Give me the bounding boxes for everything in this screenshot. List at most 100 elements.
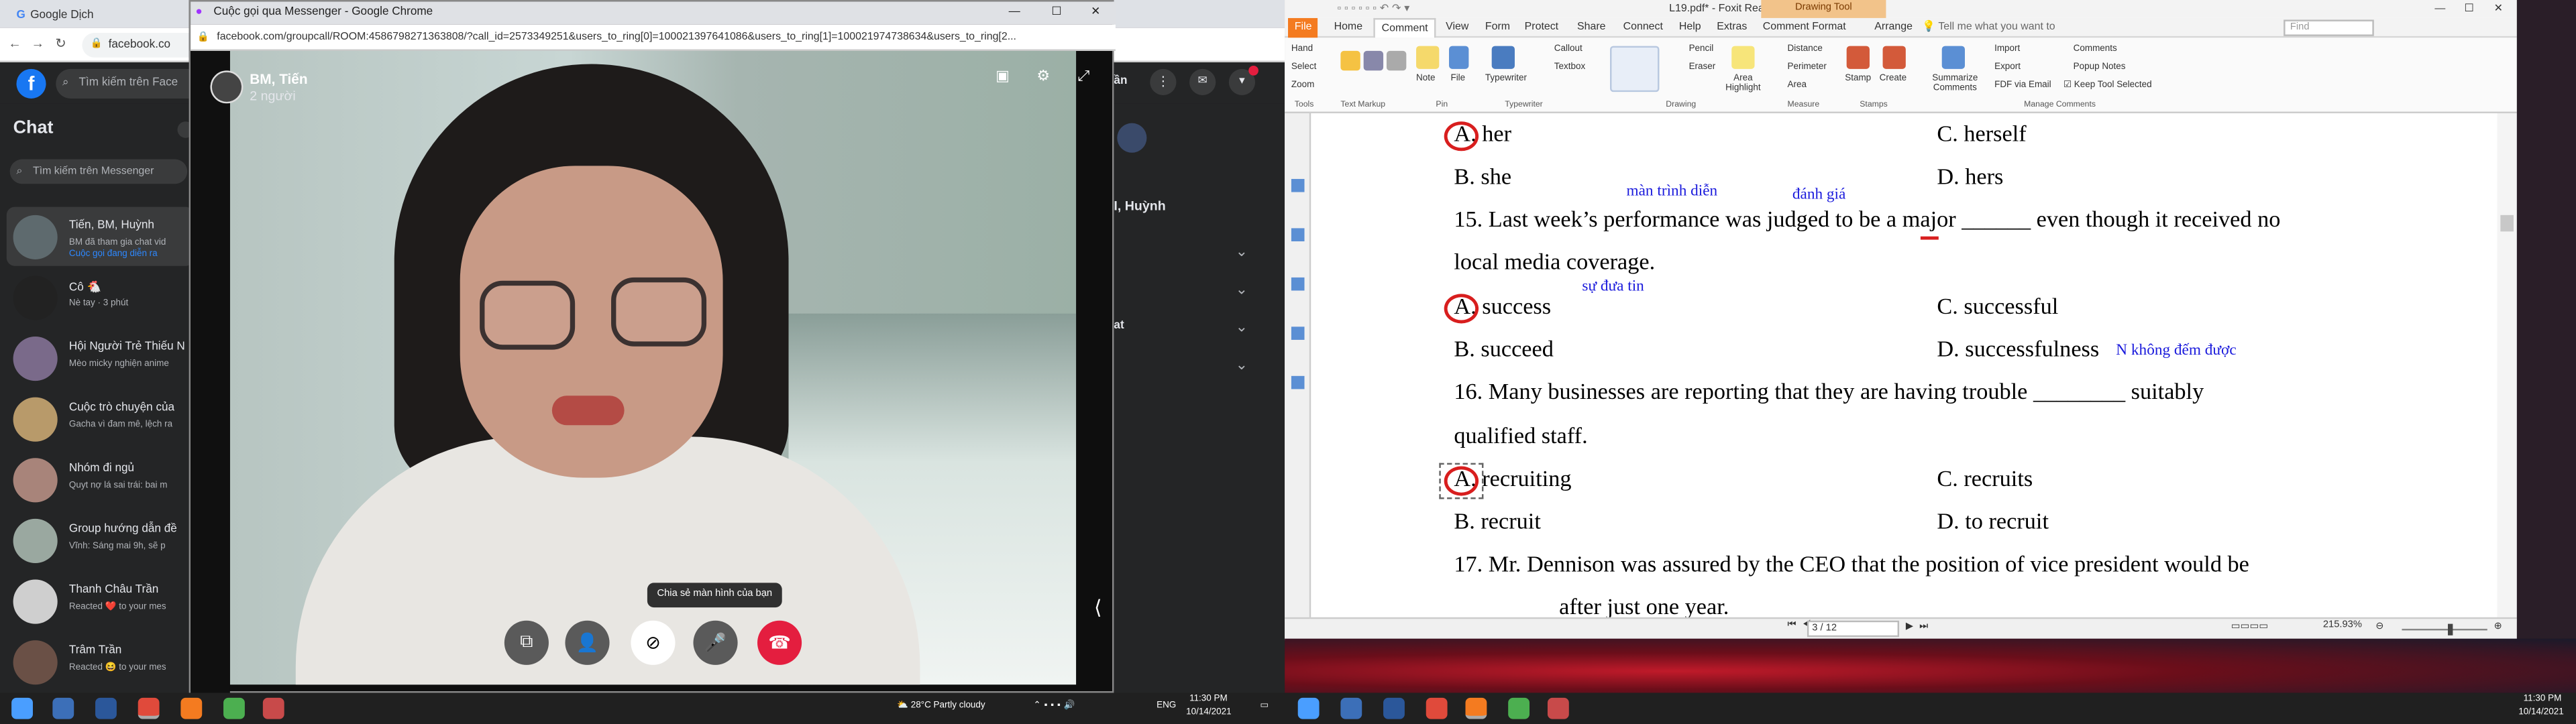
page-nav-next-last-icons[interactable]: ▶ ⏭ [1906,621,1930,634]
area-highlight-button[interactable]: Area Highlight [1723,74,1763,93]
create-button[interactable]: Create [1880,74,1907,84]
pages-icon[interactable] [1291,228,1305,242]
app-icon[interactable] [1340,697,1362,719]
zoom-in-icon[interactable]: ⊕ [2494,621,2502,632]
mute-button[interactable]: 🎤 [693,620,738,665]
callout-button[interactable]: Callout [1554,44,1582,54]
hand-tool[interactable]: Hand [1291,44,1313,54]
facebook-search[interactable]: ⌕ Tìm kiếm trên Face [56,68,204,99]
fullscreen-icon[interactable]: ⤢ [1078,67,1090,85]
file-button[interactable]: File [1450,74,1465,84]
strikeout-icon[interactable] [1386,50,1407,71]
clock-date[interactable]: 10/14/2021 [2518,708,2563,718]
tab-protect[interactable]: Protect [1518,18,1565,38]
tab-view[interactable]: View [1439,18,1475,38]
select-tool[interactable]: Select [1291,62,1316,72]
quick-access-toolbar[interactable]: ▫▫▫▫▫▫↶↷▾ [1337,0,1413,18]
back-icon[interactable]: ← [7,36,23,52]
area-button[interactable]: Area [1788,80,1807,90]
close-icon[interactable]: ✕ [2494,0,2503,18]
tab-arrange[interactable]: Arrange [1868,18,1919,38]
chevron-down-icon[interactable]: ⌄ [1236,281,1248,299]
word-icon[interactable] [1383,697,1405,719]
eraser-button[interactable]: Eraser [1689,62,1716,72]
typewriter-button[interactable]: Typewriter [1485,74,1527,84]
tell-me-box[interactable]: 💡 Tell me what you want to [1922,18,2055,38]
tab-help[interactable]: Help [1672,18,1707,38]
tab-comment-format[interactable]: Comment Format [1756,18,1852,38]
share-screen-button[interactable]: ⧉ [504,620,549,665]
tab-form[interactable]: Form [1479,18,1517,38]
tab-comment[interactable]: Comment [1373,17,1436,38]
collapse-icon[interactable]: ⟨ [1094,596,1102,619]
chat-item[interactable]: Thanh Châu Trần Reacted ❤️ to your mes [7,571,194,630]
vertical-scrollbar[interactable] [2497,113,2517,623]
app-icon[interactable] [223,697,245,719]
popup-notes-button[interactable]: Popup Notes [2074,62,2126,72]
distance-button[interactable]: Distance [1788,44,1823,54]
app-icon[interactable] [1547,697,1569,719]
find-input[interactable]: Find [2284,19,2374,36]
notification-icon[interactable]: ▭ [1260,701,1269,711]
chevron-down-icon[interactable]: ⌄ [1236,356,1248,374]
zoom-tool[interactable]: Zoom [1291,80,1314,90]
highlight-icon[interactable] [1340,50,1360,71]
bookmark-icon[interactable] [1291,178,1305,192]
page-number-field[interactable]: 3 / 12 [1807,620,1900,638]
maximize-icon[interactable]: ☐ [2464,0,2473,18]
tab-file[interactable]: File [1288,17,1319,38]
menu-grid-icon[interactable]: ⋮ [1150,68,1177,96]
add-people-button[interactable]: 👤 [565,620,610,665]
clock-time[interactable]: 11:30 PM [1189,695,1228,705]
messenger-search[interactable]: ⌕ Tìm kiếm trên Messenger [9,159,188,184]
file-attach-icon[interactable] [1449,46,1469,69]
chat-item[interactable]: Cuộc trò chuyện của Gacha vì đam mê, lệc… [7,389,194,448]
tab-home[interactable]: Home [1328,18,1369,38]
stamp-button[interactable]: Stamp [1845,74,1871,84]
underline-icon[interactable] [1363,50,1384,71]
typewriter-icon[interactable] [1491,46,1515,69]
chat-item[interactable]: Hội Người Trẻ Thiếu N Mèo micky nghiện a… [7,328,194,387]
fdf-email-button[interactable]: FDF via Email [1994,80,2051,90]
textbox-button[interactable]: Textbox [1554,62,1585,72]
scroll-thumb[interactable] [2500,215,2514,232]
stamp-icon[interactable] [1846,46,1870,69]
clock-date[interactable]: 10/14/2021 [1186,708,1231,718]
address-bar[interactable]: 🔒 facebook.com/groupcall/ROOM:4586798271… [191,24,1116,51]
create-stamp-icon[interactable] [1882,46,1906,69]
app-icon[interactable] [52,697,74,719]
minimize-icon[interactable]: — [2434,0,2445,18]
chat-item[interactable]: Group hướng dẫn đề Vĩnh: Sáng mai 9h, sẽ… [7,511,194,570]
attachments-icon[interactable] [1291,326,1305,340]
note-icon[interactable] [1416,46,1440,69]
end-call-button[interactable]: ☎ [757,620,802,665]
zoom-slider-thumb[interactable] [2448,623,2453,636]
pip-icon[interactable]: ▣ [996,67,1010,85]
chevron-down-icon[interactable]: ⌄ [1236,243,1248,261]
forward-icon[interactable]: → [30,36,46,52]
tab-connect[interactable]: Connect [1617,18,1670,38]
tab-extras[interactable]: Extras [1710,18,1754,38]
view-mode-icons[interactable]: ▭▭▭▭ [2231,621,2269,632]
summarize-comments-button[interactable]: Summarize Comments [1929,74,1981,93]
export-button[interactable]: Export [1994,62,2021,72]
video-off-button[interactable]: ⊘ [631,620,676,665]
close-icon[interactable]: ✕ [1091,1,1100,24]
tray-icons[interactable]: ⌃▪▪▪🔊 [1033,701,1078,711]
layers-icon[interactable] [1291,375,1305,389]
chevron-down-icon[interactable]: ⌄ [1236,318,1248,337]
weather-widget[interactable]: ⛅ 28°C Partly cloudy [897,701,985,711]
chrome-icon[interactable] [138,697,160,719]
perimeter-button[interactable]: Perimeter [1788,62,1827,72]
chat-item[interactable]: Nhóm đi ngủ Quyt nợ lá sai trái: bai m [7,450,194,509]
selection-box[interactable] [1439,463,1484,499]
facebook-logo-icon[interactable]: f [16,68,46,99]
zoom-slider[interactable] [2402,628,2487,631]
tab-google-dich[interactable]: G Google Dịch [6,3,171,27]
app-icon[interactable] [262,697,284,719]
import-button[interactable]: Import [1994,44,2020,54]
foxit-icon[interactable] [1465,697,1487,719]
clock-time[interactable]: 11:30 PM [2524,695,2562,705]
app-icon[interactable] [1508,697,1530,719]
language-indicator[interactable]: ENG [1157,701,1176,711]
